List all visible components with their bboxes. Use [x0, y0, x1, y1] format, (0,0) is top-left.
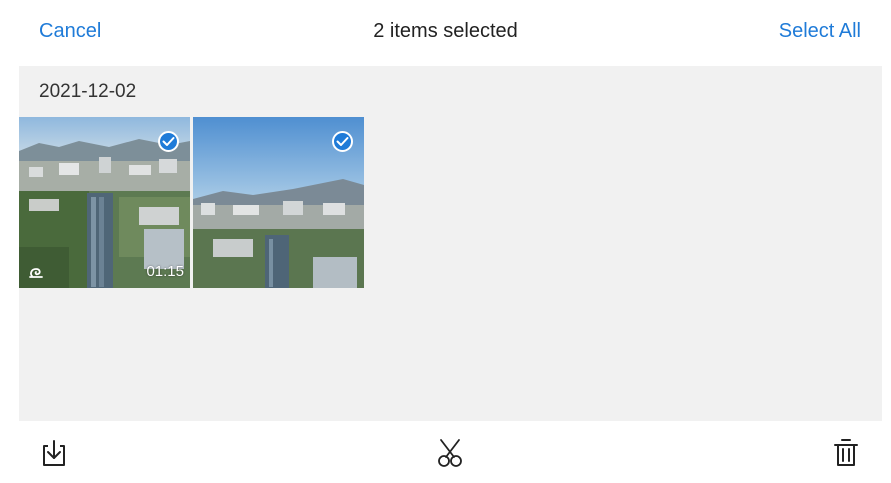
header-bar: Cancel 2 items selected Select All [0, 0, 891, 66]
gallery-item-video[interactable]: 01:15 [19, 117, 190, 288]
page-title: 2 items selected [373, 20, 518, 42]
download-icon[interactable] [40, 437, 70, 469]
scissors-icon[interactable] [435, 437, 467, 469]
date-header: 2021-12-02 [39, 81, 137, 102]
trash-icon[interactable] [832, 437, 860, 469]
select-all-button[interactable]: Select All [779, 20, 861, 43]
gallery-item-photo[interactable] [193, 117, 364, 288]
video-duration: 01:15 [146, 263, 184, 280]
gallery-area: 2021-12-02 01:15 [19, 66, 882, 421]
selected-checkmark-icon[interactable] [332, 131, 353, 152]
motion-icon [29, 268, 43, 278]
bottom-toolbar [0, 421, 891, 483]
selected-checkmark-icon[interactable] [158, 131, 179, 152]
